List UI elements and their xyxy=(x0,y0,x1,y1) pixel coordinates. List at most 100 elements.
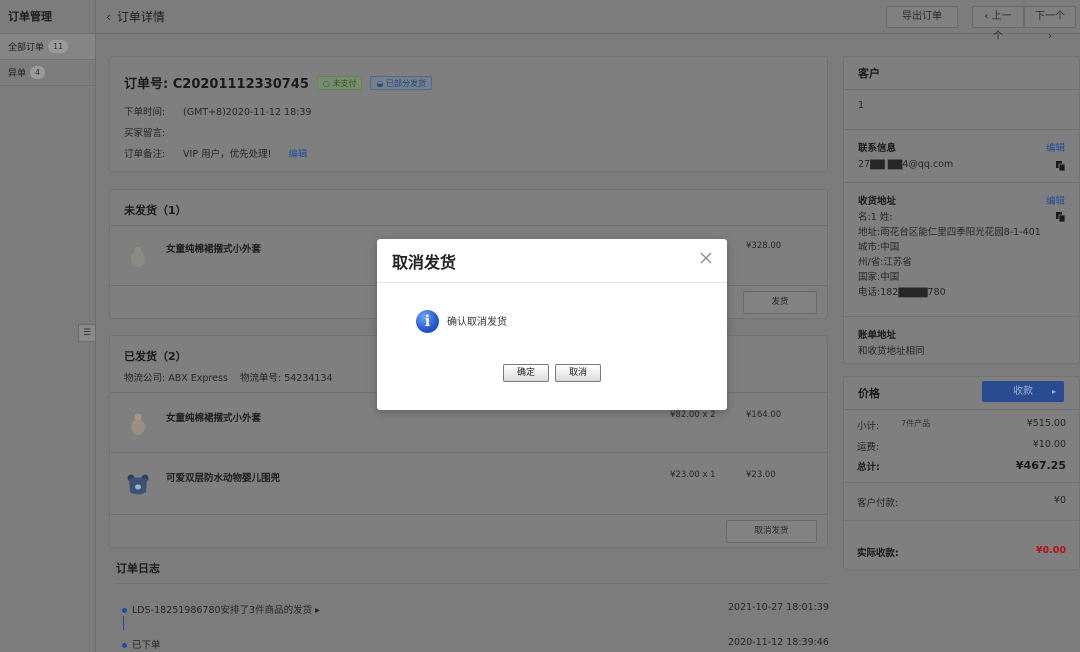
collect-payment-label: 收款 xyxy=(1013,386,1033,397)
log-entry-text: 已下单 xyxy=(132,640,161,651)
sidebar-title: 订单管理 xyxy=(0,0,95,34)
log-entry-time: 2021-10-27 18:01:39 xyxy=(728,602,829,613)
customer-name-section: 1 xyxy=(844,90,1079,130)
list-icon: ☰ xyxy=(83,328,91,338)
dialog-message: 确认取消发货 xyxy=(447,313,507,328)
edit-contact-link[interactable]: 编辑 xyxy=(1046,140,1065,154)
back-button[interactable]: ‹ 订单详情 xyxy=(106,8,165,25)
ship-country: 国家:中国 xyxy=(858,270,1065,285)
unshipped-title: 未发货（1） xyxy=(110,190,827,224)
cancel-shipment-dialog: 取消发货 i 确认取消发货 确定 取消 xyxy=(377,239,727,410)
divider xyxy=(377,282,727,283)
shipping-fee-label: 运费: xyxy=(857,439,879,453)
collapse-sidebar-button[interactable]: ☰ xyxy=(78,324,96,342)
copy-icon[interactable] xyxy=(1056,161,1065,171)
sidebar-item-all-orders[interactable]: 全部订单 11 xyxy=(0,34,95,60)
next-order-button[interactable]: 下一个 › xyxy=(1024,6,1076,28)
billing-address-label: 账单地址 xyxy=(858,327,1065,341)
received-label: 实际收款: xyxy=(857,545,899,559)
ship-state: 州/省:江苏省 xyxy=(858,255,1065,270)
timeline-dot-icon xyxy=(122,643,127,648)
count-badge: 4 xyxy=(30,66,45,79)
contact-section: 联系信息 编辑 27▇▇ ▇▇4@qq.com xyxy=(844,130,1079,183)
customer-title: 客户 xyxy=(844,57,1079,90)
order-number-label: 订单号: C20201112330745 xyxy=(124,73,309,92)
order-note-value: VIP 用户，优先处理! xyxy=(183,149,271,160)
order-summary-card: 订单号: C20201112330745 ○ 未支付 ◒ 已部分发货 下单时间:… xyxy=(109,56,828,172)
chevron-right-icon: ▸ xyxy=(1052,381,1056,402)
divider xyxy=(844,520,1079,521)
page-title: 订单详情 xyxy=(117,8,165,25)
ship-name: 名:1 姓: xyxy=(858,210,1065,225)
received-value: ¥0.00 xyxy=(1036,545,1066,559)
cancel-shipment-button[interactable]: 取消发货 xyxy=(726,520,817,543)
customer-name[interactable]: 1 xyxy=(858,98,1065,113)
product-thumbnail xyxy=(126,470,150,498)
copy-icon[interactable] xyxy=(1056,212,1065,222)
product-name: 女童纯棉裙摆式小外套 xyxy=(166,241,261,255)
divider xyxy=(844,482,1079,483)
edit-note-link[interactable]: 编辑 xyxy=(288,149,307,160)
shipping-fee-row: 运费: ¥10.00 xyxy=(857,439,1066,453)
close-icon[interactable] xyxy=(699,251,713,265)
timeline-connector xyxy=(123,616,124,630)
export-order-button[interactable]: 导出订单 xyxy=(886,6,958,28)
ship-button[interactable]: 发货 xyxy=(743,291,817,314)
order-number: C20201112330745 xyxy=(173,77,309,92)
topbar: ‹ 订单详情 导出订单 ‹ 上一个 下一个 › xyxy=(96,0,1080,34)
subtotal-value: ¥515.00 xyxy=(1027,418,1066,432)
order-number-row: 订单号: C20201112330745 ○ 未支付 ◒ 已部分发货 xyxy=(124,73,813,92)
previous-label: 上一个 xyxy=(992,11,1012,42)
dialog-title: 取消发货 xyxy=(392,249,456,273)
previous-order-button[interactable]: ‹ 上一个 xyxy=(972,6,1024,28)
chevron-left-icon: ‹ xyxy=(106,10,111,24)
carrier-value: ABX Express xyxy=(168,373,228,384)
edit-shipping-link[interactable]: 编辑 xyxy=(1046,193,1065,207)
sidebar-item-label: 全部订单 xyxy=(8,40,44,53)
sidebar-item-label: 异单 xyxy=(8,66,26,79)
product-total: ¥328.00 xyxy=(746,241,781,251)
shipping-fee-value: ¥10.00 xyxy=(1033,439,1066,453)
carrier-label: 物流公司: xyxy=(124,373,165,384)
sidebar-item-abnormal[interactable]: 异单 4 xyxy=(0,60,95,86)
tracking-value: 54234134 xyxy=(284,373,332,384)
customer-paid-value: ¥0 xyxy=(1054,495,1066,509)
buyer-message-row: 买家留言: xyxy=(124,125,813,139)
product-unit-qty: ¥23.00 x 1 xyxy=(670,470,716,480)
contact-label: 联系信息 xyxy=(858,140,1065,154)
timeline-dot-icon xyxy=(122,608,127,613)
total-value: ¥467.25 xyxy=(1016,459,1066,473)
card-footer: 取消发货 xyxy=(110,514,827,548)
confirm-button[interactable]: 确定 xyxy=(503,364,549,382)
billing-address-section: 账单地址 和收货地址相同 xyxy=(844,317,1079,361)
customer-email: 27▇▇ ▇▇4@qq.com xyxy=(858,157,1065,172)
product-name: 女童纯棉裙摆式小外套 xyxy=(166,410,261,424)
order-log-title: 订单日志 xyxy=(116,560,160,576)
log-entry-time: 2020-11-12 18:39:46 xyxy=(728,637,829,648)
total-label: 总计: xyxy=(857,459,880,473)
billing-address-value: 和收货地址相同 xyxy=(858,344,1065,359)
product-total: ¥23.00 xyxy=(746,470,776,480)
ship-city: 城市:中国 xyxy=(858,240,1065,255)
list-item: 可爱双层防水动物婴儿围兜 ¥23.00 x 1 ¥23.00 xyxy=(110,452,827,514)
info-icon: i xyxy=(416,310,439,333)
log-entry-text: LDS-18251986780安排了3件商品的发货 xyxy=(132,605,312,616)
status-badge-unpaid: ○ 未支付 xyxy=(317,76,363,90)
product-total: ¥164.00 xyxy=(746,410,781,420)
subtotal-note: 7件产品 xyxy=(901,418,930,429)
customer-panel: 客户 1 联系信息 编辑 27▇▇ ▇▇4@qq.com 收货地址 编辑 名:1… xyxy=(843,56,1080,364)
subtotal-row: 小计: 7件产品 ¥515.00 xyxy=(857,418,1066,432)
log-entry[interactable]: LDS-18251986780安排了3件商品的发货 ▸ xyxy=(122,602,320,616)
order-time-row: 下单时间: (GMT+8)2020-11-12 18:39 xyxy=(124,104,813,118)
order-note-label: 订单备注: xyxy=(124,146,180,160)
ship-phone: 电话:182▇▇▇▇780 xyxy=(858,285,1065,300)
product-unit-qty: ¥82.00 x 2 xyxy=(670,410,716,420)
received-row: 实际收款: ¥0.00 xyxy=(857,545,1066,559)
tracking-label: 物流单号: xyxy=(240,373,281,384)
subtotal-label: 小计: xyxy=(857,418,879,432)
status-badge-partial-shipped: ◒ 已部分发货 xyxy=(370,76,432,90)
collect-payment-button[interactable]: 收款 ▸ xyxy=(982,381,1064,402)
cancel-button[interactable]: 取消 xyxy=(555,364,601,382)
divider xyxy=(116,583,828,584)
order-note-row: 订单备注: VIP 用户，优先处理! 编辑 xyxy=(124,146,813,160)
